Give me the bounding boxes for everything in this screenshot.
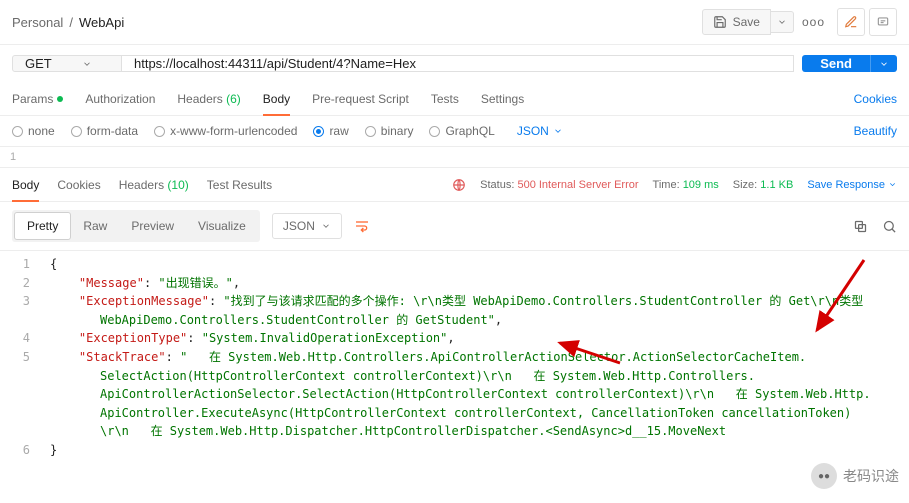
view-raw[interactable]: Raw (71, 212, 119, 240)
save-response-button[interactable]: Save Response (807, 179, 897, 191)
cookies-link[interactable]: Cookies (854, 92, 897, 106)
tab-settings[interactable]: Settings (481, 83, 524, 115)
body-format-select[interactable]: JSON (517, 124, 563, 138)
breadcrumb-root[interactable]: Personal (12, 15, 63, 30)
response-tab-cookies[interactable]: Cookies (57, 169, 100, 201)
avatar: ●● (811, 463, 837, 489)
response-tab-test-results[interactable]: Test Results (207, 169, 272, 201)
tab-prerequest[interactable]: Pre-request Script (312, 83, 409, 115)
comment-icon-button[interactable] (869, 8, 897, 36)
tab-authorization[interactable]: Authorization (85, 83, 155, 115)
breadcrumb: Personal / WebApi (12, 15, 124, 30)
beautify-link[interactable]: Beautify (854, 124, 897, 138)
response-tab-body[interactable]: Body (12, 169, 39, 201)
response-body[interactable]: 1{ 2 "Message": "出现错误。", 3 "ExceptionMes… (0, 251, 909, 464)
save-label: Save (733, 15, 760, 29)
url-input[interactable]: https://localhost:44311/api/Student/4?Na… (122, 55, 794, 72)
url-value: https://localhost:44311/api/Student/4?Na… (134, 56, 416, 71)
more-actions-button[interactable]: ooo (802, 15, 825, 29)
copy-icon[interactable] (853, 219, 868, 234)
search-icon[interactable] (882, 219, 897, 234)
view-visualize[interactable]: Visualize (186, 212, 258, 240)
radio-form-data[interactable]: form-data (71, 124, 138, 138)
response-tab-headers[interactable]: Headers (10) (119, 169, 189, 201)
edit-icon-button[interactable] (837, 8, 865, 36)
request-body-editor[interactable]: 1 (0, 146, 909, 168)
chevron-down-icon (553, 126, 563, 136)
method-select[interactable]: GET (12, 55, 122, 72)
view-preview[interactable]: Preview (119, 212, 186, 240)
globe-icon (452, 178, 466, 192)
save-icon (713, 15, 727, 29)
view-pretty[interactable]: Pretty (14, 212, 71, 240)
radio-x-www-form-urlencoded[interactable]: x-www-form-urlencoded (154, 124, 297, 138)
wrap-lines-icon[interactable] (354, 218, 370, 234)
radio-graphql[interactable]: GraphQL (429, 124, 494, 138)
breadcrumb-sep: / (69, 15, 73, 30)
send-dropdown-button[interactable] (870, 55, 897, 72)
params-indicator-icon (57, 96, 63, 102)
chevron-down-icon (82, 59, 92, 69)
line-number: 1 (10, 151, 16, 163)
save-button[interactable]: Save (702, 9, 771, 35)
tab-tests[interactable]: Tests (431, 83, 459, 115)
tab-body[interactable]: Body (263, 83, 290, 115)
tab-headers[interactable]: Headers (6) (177, 83, 240, 115)
radio-raw[interactable]: raw (313, 124, 348, 138)
tab-params[interactable]: Params (12, 83, 63, 115)
save-dropdown-button[interactable] (771, 11, 794, 33)
breadcrumb-current[interactable]: WebApi (79, 15, 124, 30)
chevron-down-icon (321, 221, 331, 231)
response-format-select[interactable]: JSON (272, 213, 342, 239)
radio-binary[interactable]: binary (365, 124, 414, 138)
method-value: GET (25, 56, 52, 71)
chevron-down-icon (888, 180, 897, 189)
response-status: Status: 500 Internal Server Error Time: … (452, 178, 897, 192)
watermark: ●● 老码识途 (811, 463, 899, 489)
send-button[interactable]: Send (802, 55, 870, 72)
radio-none[interactable]: none (12, 124, 55, 138)
